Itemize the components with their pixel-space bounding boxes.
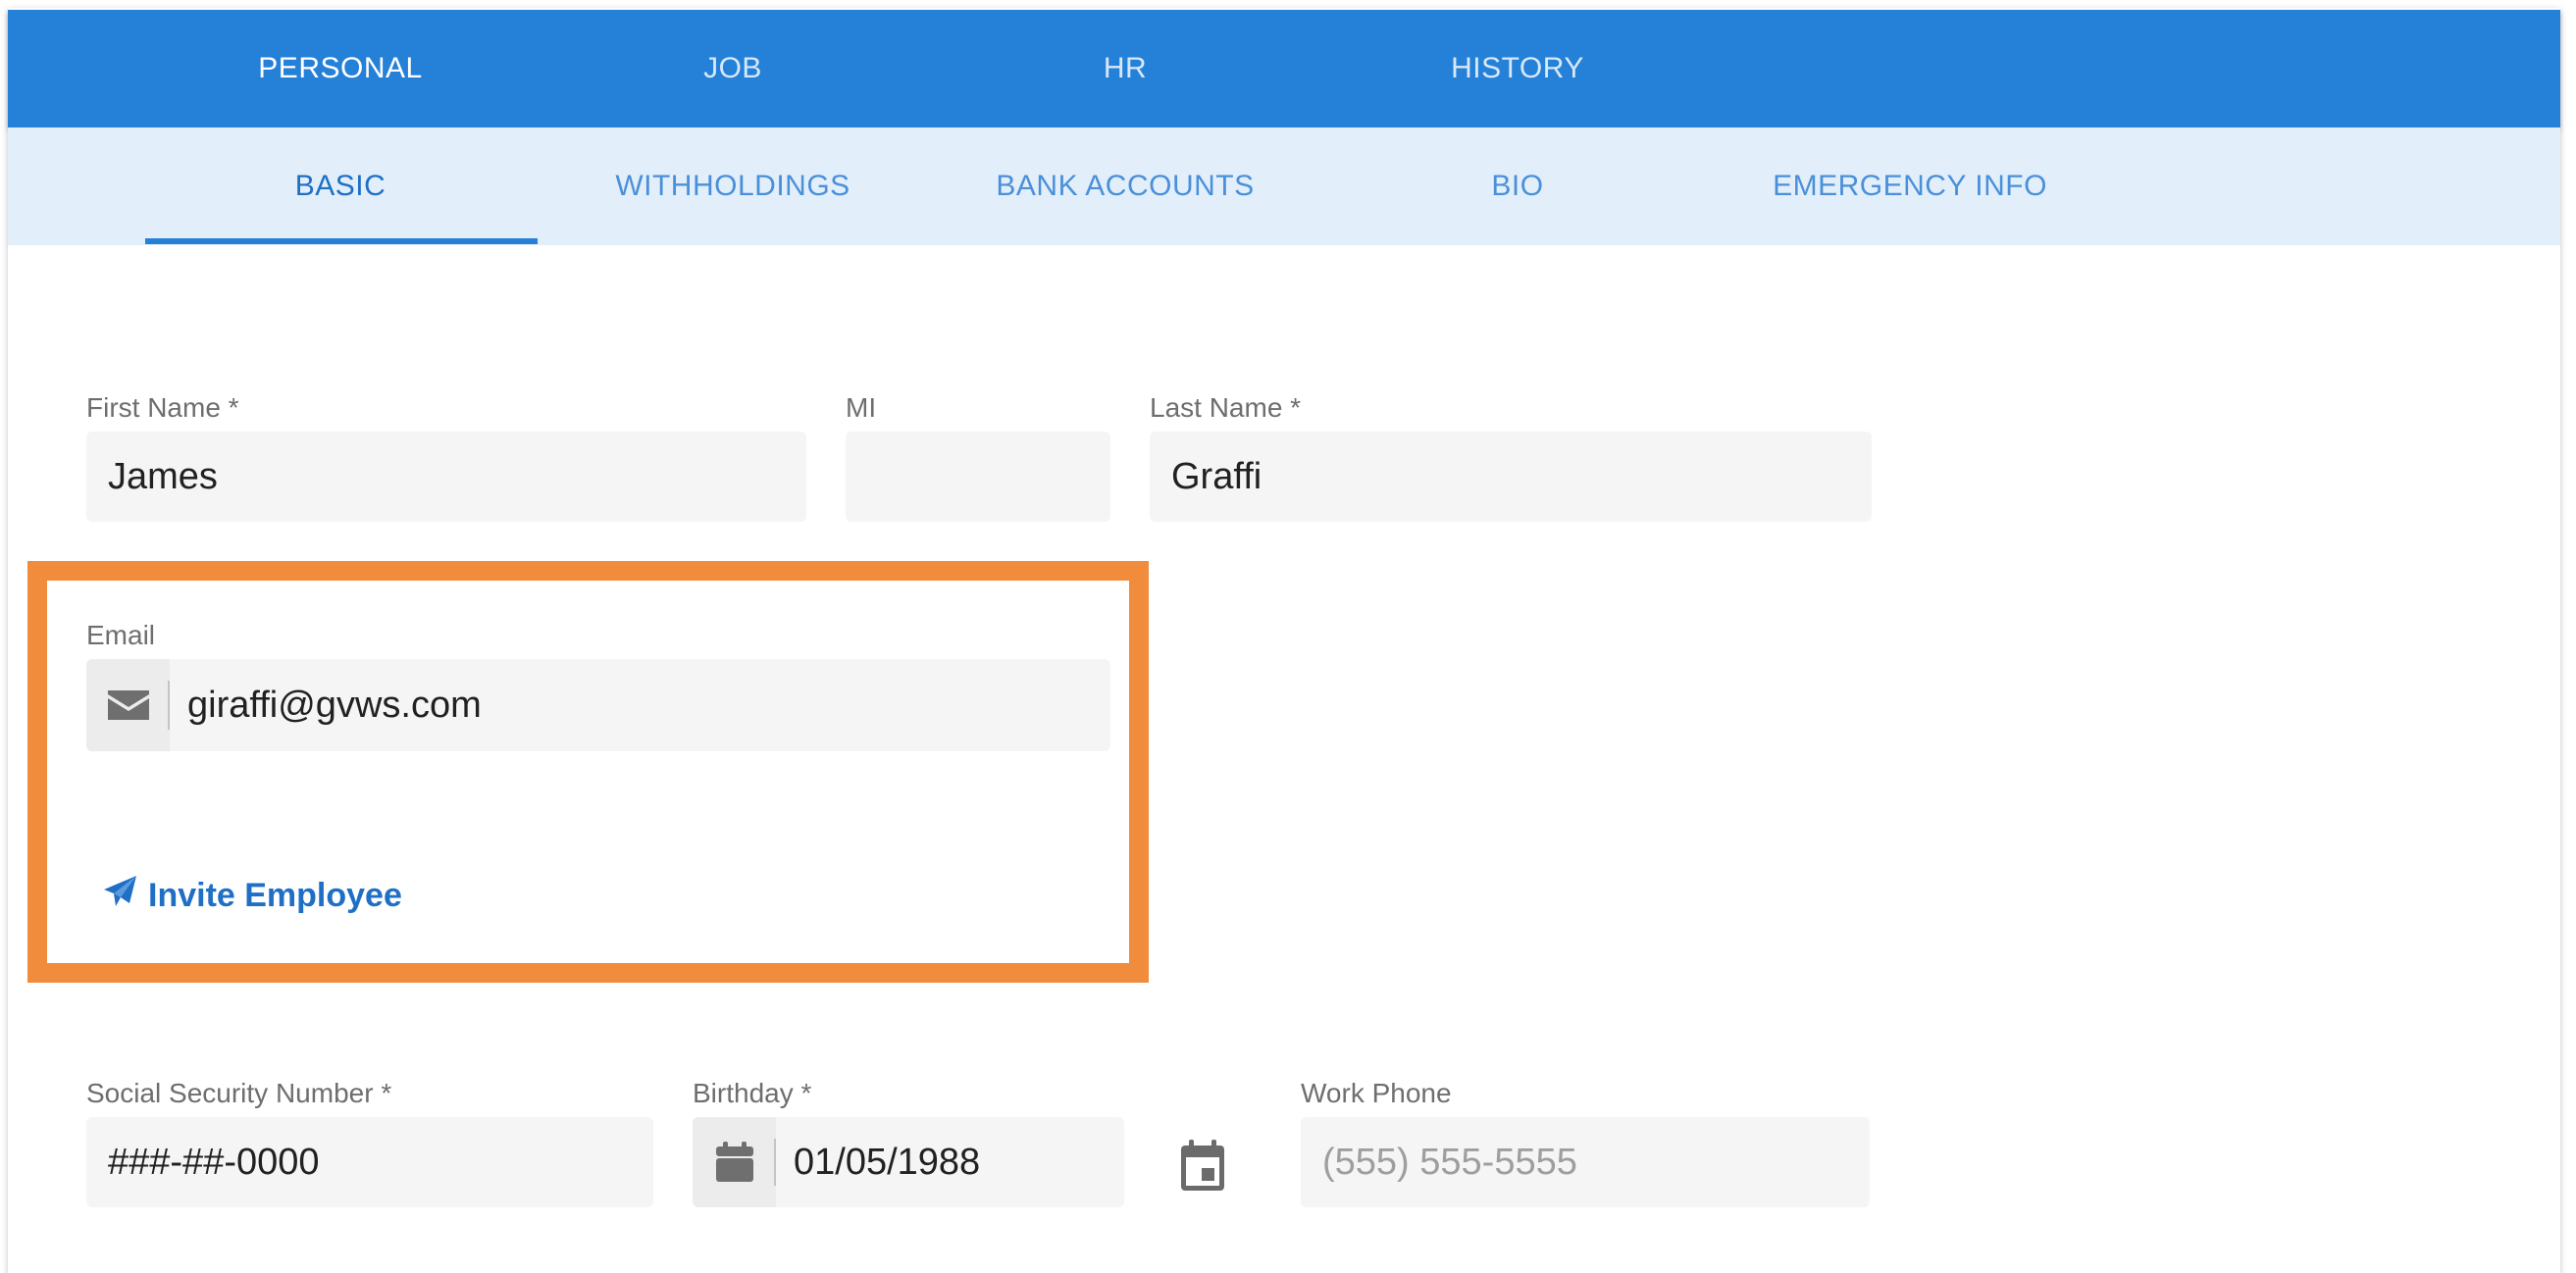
active-tab-indicator — [145, 238, 538, 244]
top-tab-bar: PERSONAL JOB HR HISTORY — [8, 10, 2560, 127]
last-name-field[interactable]: Graffi — [1150, 432, 1872, 522]
sub-tab-bar: BASIC WITHHOLDINGS BANK ACCOUNTS BIO EME… — [8, 127, 2560, 245]
first-name-field[interactable]: James — [86, 432, 806, 522]
work-phone-placeholder: (555) 555-5555 — [1322, 1141, 1577, 1183]
birthday-label: Birthday * — [693, 1078, 812, 1108]
tab-history[interactable]: HISTORY — [1321, 10, 1714, 127]
subtab-bio[interactable]: BIO — [1321, 127, 1714, 245]
invite-employee-button[interactable]: Invite Employee — [103, 871, 402, 920]
email-label: Email — [86, 620, 156, 650]
email-value: giraffi@gvws.com — [187, 684, 482, 726]
email-field[interactable]: giraffi@gvws.com — [86, 659, 1110, 751]
ssn-value: ###-##-0000 — [108, 1141, 320, 1183]
calendar-icon — [693, 1117, 776, 1207]
tab-hr[interactable]: HR — [929, 10, 1321, 127]
first-name-label: First Name * — [86, 392, 239, 423]
subtab-bank-accounts[interactable]: BANK ACCOUNTS — [929, 127, 1321, 245]
last-name-value: Graffi — [1171, 455, 1262, 497]
subtab-basic[interactable]: BASIC — [144, 127, 537, 245]
ssn-label: Social Security Number * — [86, 1078, 392, 1108]
mi-label: MI — [846, 392, 877, 423]
tab-job[interactable]: JOB — [537, 10, 929, 127]
mi-field[interactable] — [846, 432, 1110, 522]
subtab-emergency-info[interactable]: EMERGENCY INFO — [1714, 127, 2106, 245]
last-name-label: Last Name * — [1150, 392, 1302, 423]
ssn-field[interactable]: ###-##-0000 — [86, 1117, 653, 1207]
subtab-withholdings[interactable]: WITHHOLDINGS — [537, 127, 929, 245]
birthday-field[interactable]: 01/05/1988 — [693, 1117, 1124, 1207]
tab-personal[interactable]: PERSONAL — [144, 10, 537, 127]
invite-employee-label: Invite Employee — [148, 876, 402, 914]
first-name-value: James — [108, 455, 218, 497]
work-phone-label: Work Phone — [1301, 1078, 1452, 1108]
paper-plane-icon — [103, 875, 138, 917]
birthday-value: 01/05/1988 — [794, 1141, 981, 1183]
calendar-event-icon[interactable] — [1179, 1140, 1226, 1193]
envelope-icon — [86, 659, 170, 751]
work-phone-field[interactable]: (555) 555-5555 — [1301, 1117, 1870, 1207]
